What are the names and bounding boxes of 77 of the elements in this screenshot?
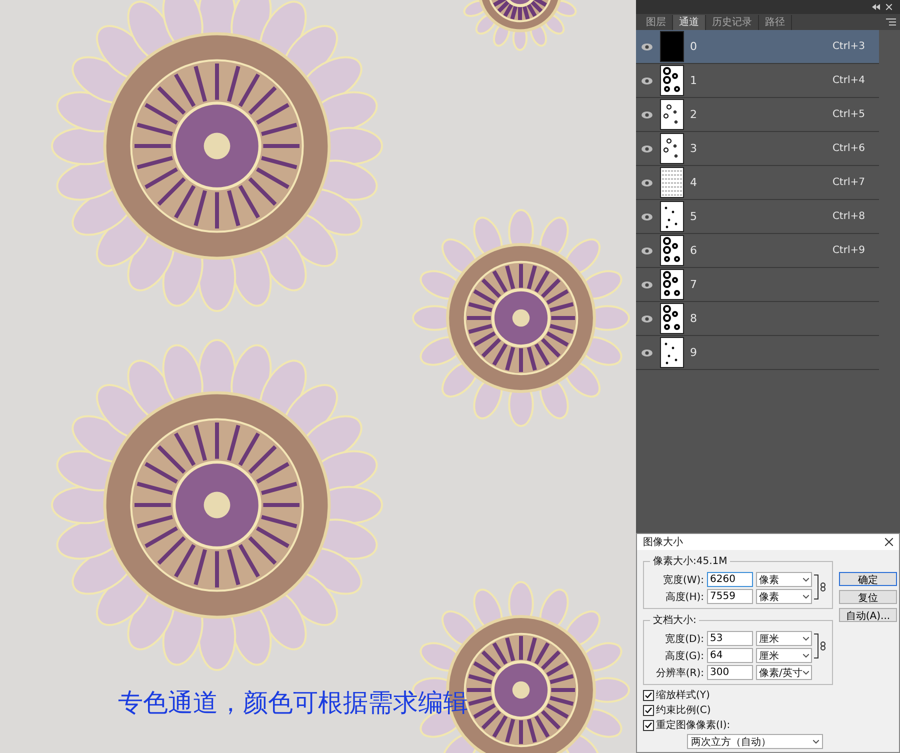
dialog-button[interactable]: 自动(A)... <box>839 608 897 622</box>
group-title: 像素大小:45.1M <box>652 554 728 568</box>
unit-dropdown[interactable]: 像素 <box>756 589 812 604</box>
checkbox-label: 重定图像像素(I): <box>656 718 730 732</box>
shortcut-text: Ctrl+6 <box>832 143 865 154</box>
channel-name: 3 <box>690 142 698 155</box>
eye-icon[interactable] <box>641 280 653 288</box>
channel-name: 7 <box>690 278 698 291</box>
caret-icon <box>803 670 809 674</box>
channel-row[interactable]: 9 <box>636 336 879 370</box>
caret-icon <box>813 740 819 744</box>
unit-dropdown[interactable]: 厘米 <box>756 631 812 646</box>
channel-row[interactable]: 3 Ctrl+6 <box>636 132 879 166</box>
panel-tab[interactable]: 通道 <box>673 15 706 30</box>
field-label: 宽度(W): <box>662 574 704 586</box>
link-bracket-icon <box>814 573 826 601</box>
number-field[interactable]: 53 <box>707 631 753 646</box>
checkbox[interactable] <box>643 720 654 730</box>
channel-row[interactable]: 6 Ctrl+9 <box>636 234 879 268</box>
group-title: 文档大小: <box>652 614 698 627</box>
number-field[interactable]: 6260 <box>707 572 753 587</box>
shortcut-text: Ctrl+4 <box>832 75 865 86</box>
unit-dropdown[interactable]: 像素 <box>756 572 812 587</box>
checkbox[interactable] <box>643 704 654 716</box>
dialog-title: 图像大小 <box>643 536 683 549</box>
number-field[interactable]: 64 <box>707 648 753 663</box>
channel-row[interactable]: 5 Ctrl+8 <box>636 200 879 234</box>
eye-icon[interactable] <box>641 110 653 118</box>
field-label: 高度(G): <box>664 650 704 662</box>
collapse-icon[interactable] <box>872 4 880 10</box>
caret-icon <box>803 594 809 598</box>
eye-icon[interactable] <box>641 246 653 254</box>
channel-name: 0 <box>690 40 698 53</box>
eye-icon[interactable] <box>641 42 653 50</box>
eye-icon[interactable] <box>641 212 653 220</box>
channel-row[interactable]: 2 Ctrl+5 <box>636 98 879 132</box>
number-field[interactable]: 300 <box>707 665 753 680</box>
dialog-button[interactable]: 确定 <box>839 572 897 586</box>
checkbox-label: 约束比例(C) <box>656 704 711 717</box>
field-label: 高度(H): <box>664 590 704 604</box>
channel-name: 5 <box>690 210 698 223</box>
field-label: 分辨率(R): <box>654 666 704 680</box>
channel-name: 2 <box>690 108 698 121</box>
caret-icon <box>803 578 809 582</box>
menu-icon[interactable] <box>886 18 896 26</box>
dialog-button[interactable]: 复位 <box>839 590 897 604</box>
channel-row[interactable]: 7 <box>636 268 879 302</box>
channel-row[interactable]: 8 <box>636 302 879 336</box>
channel-name: 8 <box>690 312 698 325</box>
resample-dropdown[interactable]: 两次立方（自动） <box>687 734 823 749</box>
shortcut-text: Ctrl+5 <box>832 109 865 120</box>
channel-row[interactable]: 1 Ctrl+4 <box>636 64 879 98</box>
channel-name: 6 <box>690 244 698 257</box>
eye-icon[interactable] <box>641 178 653 186</box>
shortcut-text: Ctrl+3 <box>832 41 865 52</box>
link-bracket-icon <box>814 632 826 660</box>
shortcut-text: Ctrl+8 <box>832 211 865 222</box>
field-label: 宽度(D): <box>664 632 704 646</box>
number-field[interactable]: 7559 <box>707 589 753 604</box>
close-icon[interactable] <box>885 538 893 546</box>
eye-icon[interactable] <box>641 76 653 84</box>
unit-dropdown[interactable]: 像素/英寸 <box>756 665 812 680</box>
eye-icon[interactable] <box>641 144 653 152</box>
channel-row[interactable]: 4 Ctrl+7 <box>636 166 879 200</box>
channel-name: 4 <box>690 176 698 189</box>
shortcut-text: Ctrl+7 <box>832 177 865 188</box>
caret-icon <box>803 636 809 640</box>
checkbox[interactable] <box>643 690 654 700</box>
unit-dropdown[interactable]: 厘米 <box>756 648 812 663</box>
checkbox-label: 缩放样式(Y) <box>656 688 710 702</box>
caret-icon <box>803 654 809 658</box>
eye-icon[interactable] <box>641 348 653 356</box>
channel-row[interactable]: 0 Ctrl+3 <box>636 30 879 64</box>
shortcut-text: Ctrl+9 <box>832 245 865 256</box>
channel-name: 1 <box>690 74 698 87</box>
eye-icon[interactable] <box>641 314 653 322</box>
channel-name: 9 <box>690 346 698 359</box>
